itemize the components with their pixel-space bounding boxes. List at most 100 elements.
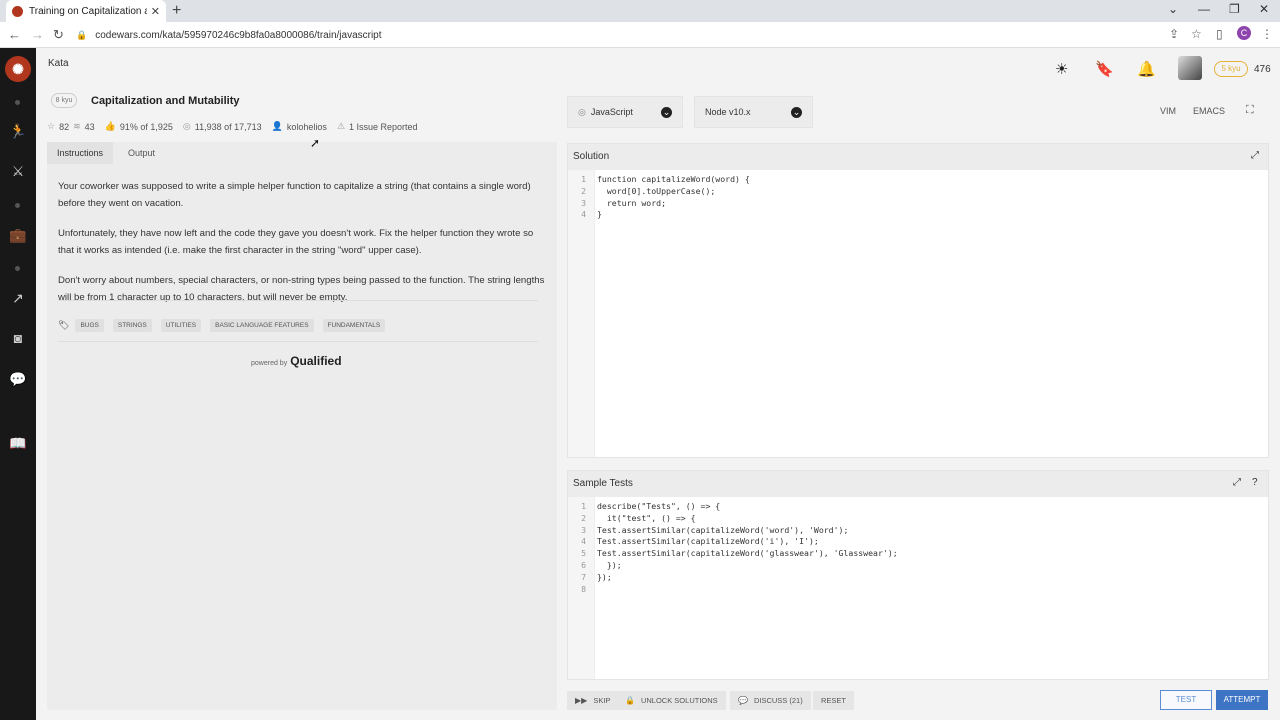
sidebar: ✺ 🏃 ⚔ 💼 ↗ ◙ 💬 📖 <box>0 48 36 720</box>
discuss-icon: 💬 <box>738 696 748 705</box>
user-icon: 👤 <box>271 121 283 131</box>
target-icon: ◎ <box>182 121 191 131</box>
discord-icon[interactable]: ◙ <box>8 330 28 346</box>
user-avatar[interactable] <box>1178 56 1202 80</box>
help-icon[interactable]: ? <box>1252 477 1258 488</box>
tag-icon: 🏷 <box>58 320 70 330</box>
practice-icon[interactable]: ⚔ <box>8 163 28 180</box>
menu-dots-icon[interactable]: ⋮ <box>1261 27 1273 41</box>
warning-icon: ⚠ <box>336 121 346 131</box>
tag-strings[interactable]: STRINGS <box>112 319 152 332</box>
sidebar-divider-dot <box>15 100 20 105</box>
solution-editor: Solution ⤢ 1 function capitalizeWord(word… <box>567 143 1269 458</box>
tab-instructions[interactable]: Instructions <box>47 142 114 164</box>
solution-code[interactable]: 1 function capitalizeWord(word) { 2 word[… <box>568 174 750 221</box>
expand-icon[interactable]: ⤢ <box>1251 150 1259 161</box>
top-header: Kata ☀ 🔖 🔔 5 kyu 476 <box>36 48 1280 84</box>
tag-fundamentals[interactable]: FUNDAMENTALS <box>322 319 386 332</box>
javascript-icon: ◎ <box>578 106 586 117</box>
code-line: 4 Test.assertSimilar(capitalizeWord('i'),… <box>581 536 819 547</box>
address-bar: ← → ↻ 🔒 codewars.com/kata/595970246c9b8f… <box>0 22 1280 48</box>
skip-button[interactable]: ▶▶ SKIP <box>567 691 619 710</box>
attempt-button[interactable]: ATTEMPT <box>1216 690 1268 710</box>
expand-icon[interactable]: ⤢ <box>1233 477 1241 488</box>
honor-count: 476 <box>1254 64 1271 75</box>
minimize-icon[interactable]: — <box>1198 2 1210 16</box>
solution-title: Solution <box>573 151 610 162</box>
code-line: 6 }); <box>581 559 622 570</box>
chevron-down-icon: ⌄ <box>791 106 802 118</box>
restore-icon[interactable]: ❐ <box>1229 2 1240 16</box>
side-panel-icon[interactable]: ▯ <box>1216 27 1223 41</box>
docs-book-icon[interactable]: 📖 <box>8 435 28 452</box>
skip-icon: ▶▶ <box>575 696 588 705</box>
close-icon[interactable]: ✕ <box>151 5 160 18</box>
satisfaction-rating: 91% of 1,925 <box>119 121 173 132</box>
collection-icon[interactable]: ≋ <box>73 121 81 132</box>
reset-button[interactable]: RESET <box>813 691 855 710</box>
notifications-bell-icon[interactable]: 🔔 <box>1137 60 1156 78</box>
browser-tab-strip: Training on Capitalization and M ✕ + ⌄ —… <box>0 0 1280 22</box>
code-line: 1 function capitalizeWord(word) { <box>581 174 750 184</box>
leaderboard-icon[interactable]: ↗ <box>8 290 28 307</box>
star-icon[interactable]: ☆ <box>47 121 55 132</box>
theme-toggle-icon[interactable]: ☀ <box>1055 60 1068 78</box>
language-select[interactable]: ◎ JavaScript ⌄ <box>567 96 683 128</box>
description-paragraph: Your coworker was supposed to write a si… <box>58 181 531 209</box>
vim-mode-button[interactable]: VIM <box>1160 106 1176 116</box>
reload-icon[interactable]: ↻ <box>53 27 64 43</box>
tab-search-icon[interactable]: ⌄ <box>1168 2 1178 16</box>
powered-by-label: powered by <box>251 360 288 367</box>
kata-stats: ☆ 82 ≋ 43 👍 91% of 1,925 ◎ 11,938 of 17,… <box>47 121 422 132</box>
briefcase-icon[interactable]: 💼 <box>8 227 28 244</box>
sidebar-divider-dot <box>15 203 20 208</box>
share-icon[interactable]: ⇪ <box>1169 27 1179 41</box>
window-close-icon[interactable]: ✕ <box>1259 2 1269 16</box>
unlock-label: UNLOCK SOLUTIONS <box>640 696 718 705</box>
browser-tab[interactable]: Training on Capitalization and M ✕ <box>6 0 166 22</box>
qualified-logo: Qualified <box>290 354 342 368</box>
tag-basic-language-features[interactable]: BASIC LANGUAGE FEATURES <box>210 319 314 332</box>
bookmark-icon[interactable]: 🔖 <box>1095 60 1114 78</box>
kyu-badge: 8 kyu <box>51 93 77 108</box>
tab-output[interactable]: Output <box>118 142 165 164</box>
back-icon[interactable]: ← <box>8 27 21 42</box>
runtime-value: Node v10.x <box>705 107 751 117</box>
codewars-logo-icon[interactable]: ✺ <box>5 56 31 82</box>
emacs-mode-button[interactable]: EMACS <box>1193 106 1225 116</box>
divider <box>58 341 538 342</box>
tag-list: 🏷 BUGS STRINGS UTILITIES BASIC LANGUAGE … <box>58 319 394 332</box>
tests-header: Sample Tests ⤢ ? <box>568 471 1268 497</box>
unlock-solutions-button[interactable]: 🔒 UNLOCK SOLUTIONS <box>617 691 726 710</box>
thumbs-up-icon: 👍 <box>104 121 116 131</box>
description-paragraph: Unfortunately, they have now left and th… <box>58 228 534 256</box>
bookmark-star-icon[interactable]: ☆ <box>1191 27 1202 41</box>
tag-utilities[interactable]: UTILITIES <box>160 319 202 332</box>
collections-count: 43 <box>84 121 95 132</box>
author-link[interactable]: kolohelios <box>287 122 327 132</box>
discuss-label: DISCUSS (21) <box>753 696 803 705</box>
issues-link[interactable]: 1 Issue Reported <box>349 122 418 132</box>
powered-by-qualified[interactable]: powered by Qualified <box>251 354 342 368</box>
profile-avatar[interactable]: C <box>1237 26 1251 40</box>
training-icon[interactable]: 🏃 <box>8 123 28 140</box>
tag-bugs[interactable]: BUGS <box>75 319 104 332</box>
kata-nav-link[interactable]: Kata <box>48 58 69 69</box>
tests-code[interactable]: 1 describe("Tests", () => { 2 it("test", … <box>568 501 898 595</box>
new-tab-icon[interactable]: + <box>172 2 181 20</box>
code-line: 3 return word; <box>581 197 667 208</box>
chat-icon[interactable]: 💬 <box>8 371 28 388</box>
code-line: 4} <box>581 209 602 220</box>
code-line: 2 word[0].toUpperCase(); <box>581 185 716 196</box>
fullscreen-icon[interactable]: ⛶ <box>1246 104 1254 117</box>
runtime-select[interactable]: Node v10.x ⌄ <box>694 96 813 128</box>
chevron-down-icon: ⌄ <box>661 106 672 118</box>
forward-icon[interactable]: → <box>31 27 44 42</box>
code-line: 1 describe("Tests", () => { <box>581 501 721 511</box>
discuss-button[interactable]: 💬 DISCUSS (21) <box>730 691 811 710</box>
code-line: 2 it("test", () => { <box>581 512 696 523</box>
language-value: JavaScript <box>590 107 633 117</box>
sidebar-divider-dot <box>15 266 20 271</box>
test-button[interactable]: TEST <box>1160 690 1212 710</box>
url-field[interactable]: 🔒 codewars.com/kata/595970246c9b8fa0a800… <box>76 25 1206 45</box>
